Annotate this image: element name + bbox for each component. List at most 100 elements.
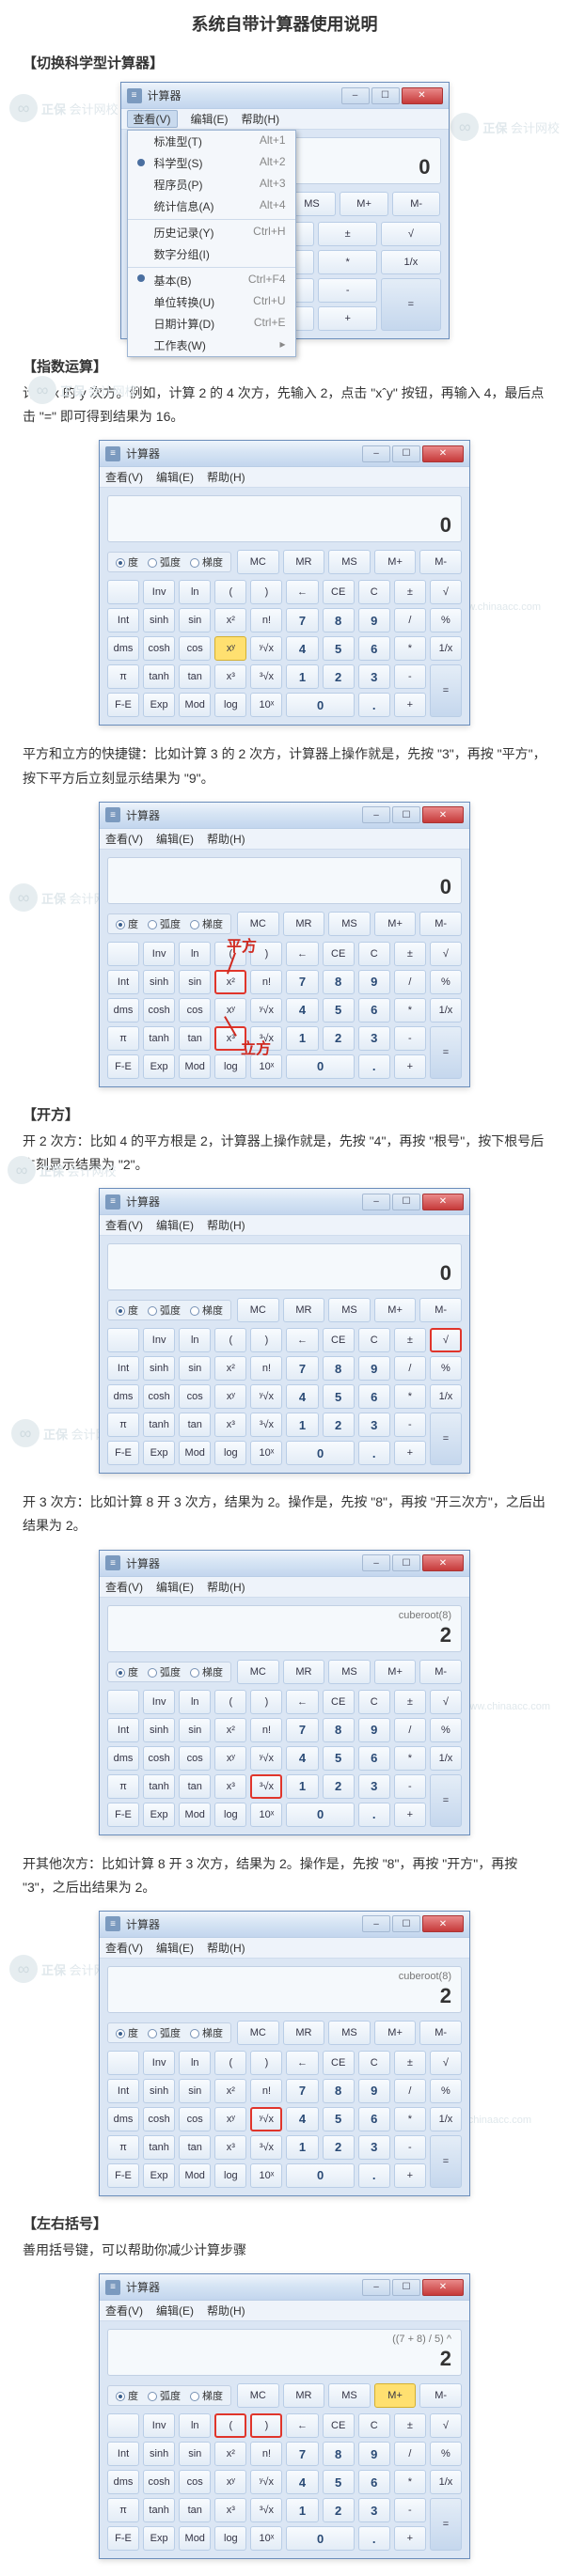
equals-button[interactable]: = xyxy=(430,1026,462,1079)
num-4[interactable]: 4 xyxy=(286,1746,318,1771)
num-2[interactable]: 2 xyxy=(323,2135,355,2160)
menu-view[interactable]: 查看(V) xyxy=(105,2303,143,2318)
menu-item-date[interactable]: 日期计算(D)Ctrl+E xyxy=(128,313,295,335)
num-1[interactable]: 1 xyxy=(286,1026,318,1051)
x3-button[interactable]: x³ xyxy=(214,2135,246,2160)
sinh-button[interactable]: sinh xyxy=(143,608,175,632)
maximize-button[interactable]: ☐ xyxy=(392,2279,420,2296)
exp-button[interactable]: Exp xyxy=(143,1054,175,1079)
-button[interactable]: / xyxy=(394,608,426,632)
tanh-button[interactable]: tanh xyxy=(143,1413,175,1437)
cos-button[interactable]: cos xyxy=(179,1746,211,1771)
log-button[interactable]: log xyxy=(214,693,246,717)
close-button[interactable]: ✕ xyxy=(422,445,464,462)
maximize-button[interactable]: ☐ xyxy=(371,87,400,104)
sin-button[interactable]: sin xyxy=(179,608,211,632)
menu-view[interactable]: 查看(V) xyxy=(105,1217,143,1233)
1x-button[interactable]: 1/x xyxy=(430,1384,462,1409)
mod-button[interactable]: Mod xyxy=(179,1054,211,1079)
10-button[interactable]: 10ˣ xyxy=(250,1054,282,1079)
yroot-button[interactable]: ʸ√x xyxy=(250,636,282,661)
menu-edit[interactable]: 编辑(E) xyxy=(156,469,194,485)
dms-button[interactable]: dms xyxy=(107,2107,139,2131)
rparen-button[interactable]: ) xyxy=(250,2051,282,2075)
angle-group[interactable]: 度 弧度 梯度 xyxy=(107,552,231,572)
sinh-button[interactable]: sinh xyxy=(143,2442,175,2466)
cbrt-button[interactable]: ³√x xyxy=(250,1413,282,1437)
sin-button[interactable]: sin xyxy=(179,1356,211,1381)
num-2[interactable]: 2 xyxy=(323,664,355,689)
plus-button[interactable]: + xyxy=(394,1441,426,1465)
menu-view[interactable]: 查看(V) xyxy=(127,110,178,128)
plus-button[interactable]: + xyxy=(394,1054,426,1079)
angle-group[interactable]: 度 弧度 梯度 xyxy=(107,2385,231,2406)
ln-button[interactable]: ln xyxy=(179,580,211,604)
cos-button[interactable]: cos xyxy=(179,1384,211,1409)
num-1[interactable]: 1 xyxy=(286,664,318,689)
-button[interactable]: % xyxy=(430,2079,462,2103)
num-3[interactable]: 3 xyxy=(358,1413,390,1437)
yroot-button[interactable]: ʸ√x xyxy=(250,1384,282,1409)
close-button[interactable]: ✕ xyxy=(422,806,464,823)
-button[interactable]: % xyxy=(430,2442,462,2466)
num-7[interactable]: 7 xyxy=(286,970,318,994)
x3-button[interactable]: x³ xyxy=(214,1026,246,1051)
blank-button[interactable] xyxy=(107,2413,139,2438)
ce-button[interactable]: CE xyxy=(323,2413,355,2438)
ce-button[interactable]: CE xyxy=(323,1328,355,1352)
menu-edit[interactable]: 编辑(E) xyxy=(156,1940,194,1956)
menu-help[interactable]: 帮助(H) xyxy=(207,1579,245,1595)
mr-button[interactable]: MR xyxy=(283,2383,325,2408)
tan-button[interactable]: tan xyxy=(179,2135,211,2160)
close-button[interactable]: ✕ xyxy=(422,1915,464,1932)
mminus-button[interactable]: M- xyxy=(419,1660,462,1684)
back-button[interactable]: ← xyxy=(286,1690,318,1714)
n-button[interactable]: n! xyxy=(250,2079,282,2103)
ms-button[interactable]: MS xyxy=(328,2021,371,2045)
c-button[interactable]: C xyxy=(358,580,390,604)
num-0[interactable]: 0 xyxy=(286,1441,354,1465)
menu-item-scientific[interactable]: 科学型(S)Alt+2 xyxy=(128,152,295,174)
blank-button[interactable] xyxy=(107,1690,139,1714)
num-5[interactable]: 5 xyxy=(323,2470,355,2494)
1x-button[interactable]: 1/x xyxy=(430,2470,462,2494)
num-8[interactable]: 8 xyxy=(323,970,355,994)
int-button[interactable]: Int xyxy=(107,2442,139,2466)
rparen-button[interactable]: ) xyxy=(250,2413,282,2438)
dot-button[interactable]: . xyxy=(358,2163,390,2188)
tan-button[interactable]: tan xyxy=(179,1774,211,1799)
num-3[interactable]: 3 xyxy=(358,2498,390,2522)
tanh-button[interactable]: tanh xyxy=(143,1026,175,1051)
sqrt-button[interactable]: √ xyxy=(430,1328,462,1352)
num-3[interactable]: 3 xyxy=(358,1774,390,1799)
num-7[interactable]: 7 xyxy=(286,1718,318,1742)
-button[interactable]: - xyxy=(394,664,426,689)
num-7[interactable]: 7 xyxy=(286,1356,318,1381)
minimize-button[interactable]: – xyxy=(362,2279,390,2296)
cos-button[interactable]: cos xyxy=(179,636,211,661)
menu-item-programmer[interactable]: 程序员(P)Alt+3 xyxy=(128,174,295,195)
num-5[interactable]: 5 xyxy=(323,1746,355,1771)
mc-button[interactable]: MC xyxy=(237,2383,279,2408)
ms-button[interactable]: MS xyxy=(328,1298,371,1322)
maximize-button[interactable]: ☐ xyxy=(392,806,420,823)
angle-group[interactable]: 度 弧度 梯度 xyxy=(107,2022,231,2043)
log-button[interactable]: log xyxy=(214,1441,246,1465)
back-button[interactable]: ← xyxy=(286,2051,318,2075)
menu-item-history[interactable]: 历史记录(Y)Ctrl+H xyxy=(128,219,295,243)
-button[interactable]: / xyxy=(394,2079,426,2103)
-button[interactable]: π xyxy=(107,2498,139,2522)
sinh-button[interactable]: sinh xyxy=(143,970,175,994)
num-9[interactable]: 9 xyxy=(358,1356,390,1381)
cosh-button[interactable]: cosh xyxy=(143,1746,175,1771)
-button[interactable]: % xyxy=(430,970,462,994)
exp-button[interactable]: Exp xyxy=(143,693,175,717)
num-6[interactable]: 6 xyxy=(358,998,390,1023)
fe-button[interactable]: F-E xyxy=(107,2526,139,2551)
dot-button[interactable]: . xyxy=(358,1441,390,1465)
dms-button[interactable]: dms xyxy=(107,2470,139,2494)
num-7[interactable]: 7 xyxy=(286,2079,318,2103)
minimize-button[interactable]: – xyxy=(362,445,390,462)
tanh-button[interactable]: tanh xyxy=(143,2135,175,2160)
dot-button[interactable]: . xyxy=(358,693,390,717)
